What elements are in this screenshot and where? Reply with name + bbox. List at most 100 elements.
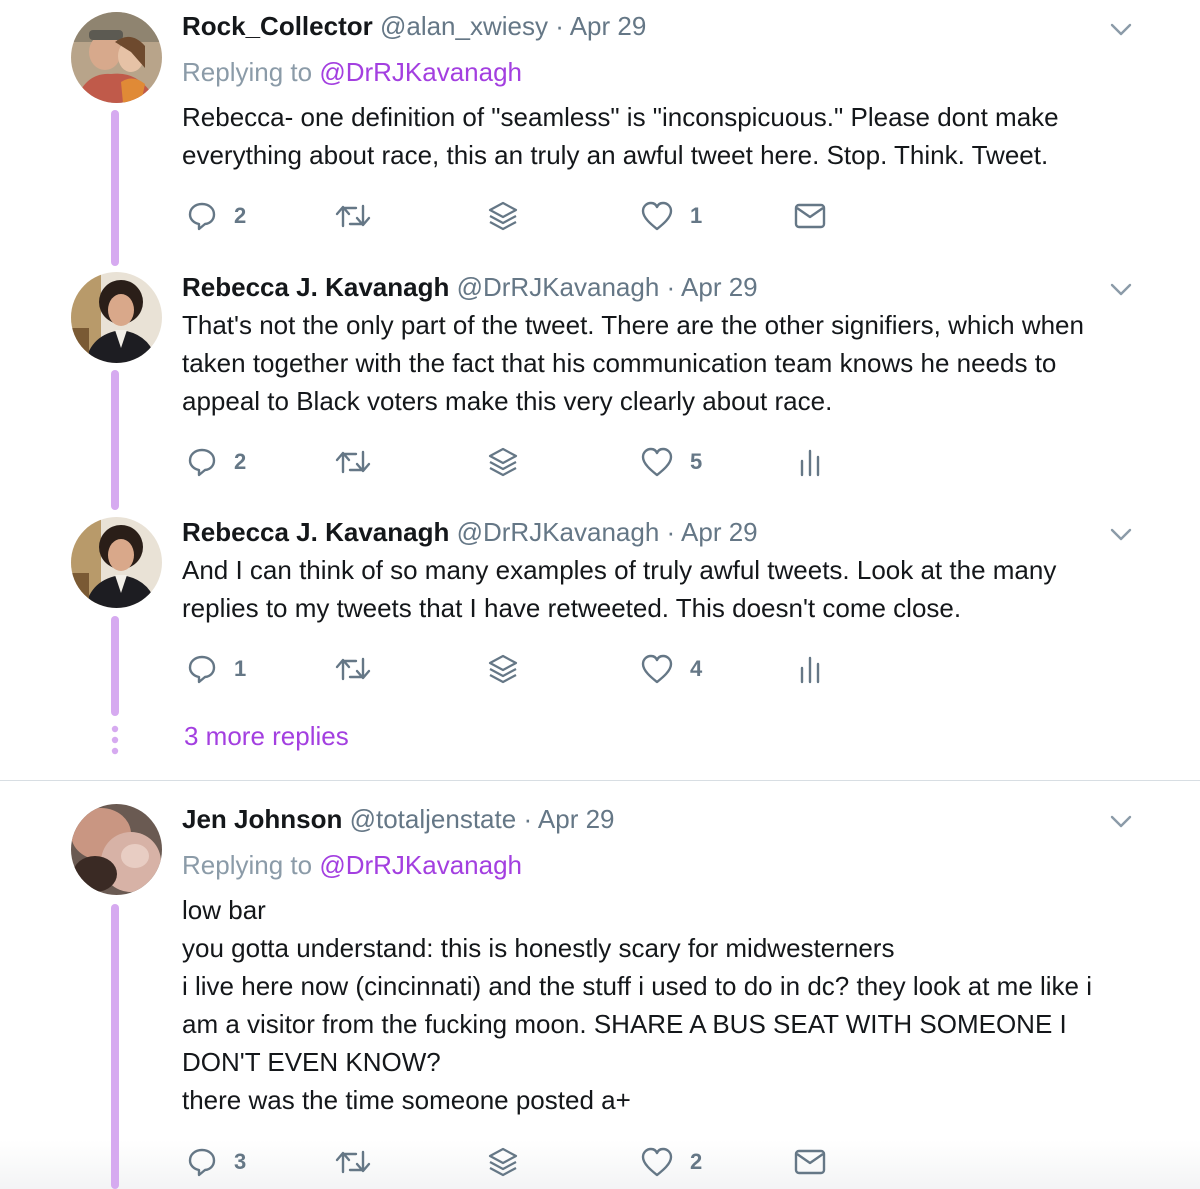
analytics-icon — [800, 656, 820, 684]
analytics-button[interactable] — [798, 649, 822, 689]
reply-icon — [188, 448, 216, 477]
reply-icon — [188, 202, 216, 231]
replying-to-mention[interactable]: @DrRJKavanagh — [319, 850, 522, 880]
like-button[interactable]: 4 — [640, 649, 702, 689]
replying-to-label: Replying to — [182, 57, 313, 87]
divider — [0, 780, 1200, 781]
retweet-button[interactable] — [334, 1142, 372, 1182]
chevron-down-icon[interactable] — [1108, 521, 1134, 547]
tweet-text-line: replies to my tweets that I have retweet… — [182, 593, 962, 623]
tweet-header: Rebecca J. Kavanagh @DrRJKavanagh · Apr … — [182, 271, 758, 303]
like-button[interactable]: 5 — [640, 442, 702, 482]
tweet-date[interactable]: Apr 29 — [681, 272, 758, 302]
message-button[interactable] — [794, 196, 826, 236]
reply-button[interactable]: 1 — [186, 649, 246, 689]
tweet-actions: 3 2 — [182, 1142, 842, 1182]
tweet-actions: 2 5 — [182, 442, 842, 482]
tweet-header: Jen Johnson @totaljenstate · Apr 29 — [182, 803, 615, 835]
like-button[interactable]: 1 — [640, 196, 702, 236]
reply-count: 2 — [234, 203, 247, 228]
chevron-down-icon[interactable] — [1108, 276, 1134, 302]
author-handle[interactable]: @DrRJKavanagh — [457, 272, 660, 302]
tweet-header: Rebecca J. Kavanagh @DrRJKavanagh · Apr … — [182, 516, 758, 548]
tweet-text-line: appeal to Black voters make this very cl… — [182, 386, 833, 416]
direct-message-button[interactable] — [486, 442, 520, 482]
tweet-text: Rebecca- one definition of "seamless" is… — [182, 98, 1142, 174]
reply-button[interactable]: 3 — [186, 1142, 246, 1182]
tweet-date[interactable]: Apr 29 — [538, 804, 615, 834]
envelope-icon — [794, 203, 826, 229]
author-handle[interactable]: @alan_xwiesy — [380, 11, 548, 41]
avatar[interactable] — [71, 12, 162, 103]
tweet-text-line: you gotta understand: this is honestly s… — [182, 933, 895, 963]
author-name[interactable]: Rebecca J. Kavanagh — [182, 517, 449, 547]
avatar[interactable] — [71, 517, 162, 608]
separator: · — [666, 272, 676, 302]
tweet-text-line: Rebecca- one definition of "seamless" is… — [182, 102, 1059, 132]
chevron-down-icon[interactable] — [1108, 808, 1134, 834]
replying-to: Replying to @DrRJKavanagh — [182, 56, 522, 88]
direct-message-button[interactable] — [486, 196, 520, 236]
layers-icon — [488, 447, 518, 477]
like-count: 1 — [690, 203, 703, 228]
separator: · — [666, 517, 676, 547]
layers-icon — [488, 1147, 518, 1177]
tweet-text-line: DON'T EVEN KNOW? — [182, 1047, 441, 1077]
tweet-actions: 2 1 — [182, 196, 842, 236]
retweet-button[interactable] — [334, 649, 372, 689]
retweet-button[interactable] — [334, 442, 372, 482]
reply-count: 1 — [234, 656, 247, 681]
reply-button[interactable]: 2 — [186, 196, 246, 236]
reply-icon — [188, 655, 216, 684]
tweet-date[interactable]: Apr 29 — [570, 11, 647, 41]
heart-icon — [641, 1147, 673, 1177]
tweet-text-line: That's not the only part of the tweet. T… — [182, 310, 1084, 340]
retweet-icon — [335, 204, 371, 228]
more-replies-link[interactable]: 3 more replies — [184, 720, 349, 752]
replying-to: Replying to @DrRJKavanagh — [182, 849, 522, 881]
tweet-text-line: And I can think of so many examples of t… — [182, 555, 1057, 585]
tweet-date[interactable]: Apr 29 — [681, 517, 758, 547]
tweet-header: Rock_Collector @alan_xwiesy · Apr 29 — [182, 10, 646, 42]
author-handle[interactable]: @DrRJKavanagh — [457, 517, 660, 547]
reply-count: 3 — [234, 1149, 247, 1174]
layers-icon — [488, 654, 518, 684]
thread-line — [111, 616, 119, 716]
tweet-text-line: i live here now (cincinnati) and the stu… — [182, 971, 1093, 1001]
author-name[interactable]: Rebecca J. Kavanagh — [182, 272, 449, 302]
analytics-button[interactable] — [798, 442, 822, 482]
thread-line — [111, 110, 119, 266]
reply-button[interactable]: 2 — [186, 442, 246, 482]
tweet-actions: 1 4 — [182, 649, 842, 689]
avatar[interactable] — [71, 804, 162, 895]
retweet-icon — [335, 1150, 371, 1174]
tweet-text-line: everything about race, this an truly an … — [182, 140, 1049, 170]
retweet-button[interactable] — [334, 196, 372, 236]
more-dots-icon — [111, 725, 119, 755]
heart-icon — [641, 654, 673, 684]
thread-line — [111, 370, 119, 510]
reply-icon — [188, 1148, 216, 1177]
tweet-text: That's not the only part of the tweet. T… — [182, 306, 1142, 420]
author-name[interactable]: Jen Johnson — [182, 804, 342, 834]
like-count: 4 — [690, 656, 703, 681]
tweet-text-line: taken together with the fact that his co… — [182, 348, 1057, 378]
author-name[interactable]: Rock_Collector — [182, 11, 373, 41]
separator: · — [555, 11, 564, 41]
message-button[interactable] — [794, 1142, 826, 1182]
retweet-icon — [335, 450, 371, 474]
replying-to-mention[interactable]: @DrRJKavanagh — [319, 57, 522, 87]
tweet-text: low bar you gotta understand: this is ho… — [182, 891, 1142, 1119]
avatar[interactable] — [71, 272, 162, 363]
direct-message-button[interactable] — [486, 1142, 520, 1182]
chevron-down-icon[interactable] — [1108, 16, 1134, 42]
heart-icon — [641, 201, 673, 231]
envelope-icon — [794, 1149, 826, 1175]
author-handle[interactable]: @totaljenstate — [350, 804, 517, 834]
like-button[interactable]: 2 — [640, 1142, 702, 1182]
replying-to-label: Replying to — [182, 850, 313, 880]
layers-icon — [488, 201, 518, 231]
tweet-text-line: there was the time someone posted a+ — [182, 1085, 631, 1115]
direct-message-button[interactable] — [486, 649, 520, 689]
like-count: 5 — [690, 449, 703, 474]
